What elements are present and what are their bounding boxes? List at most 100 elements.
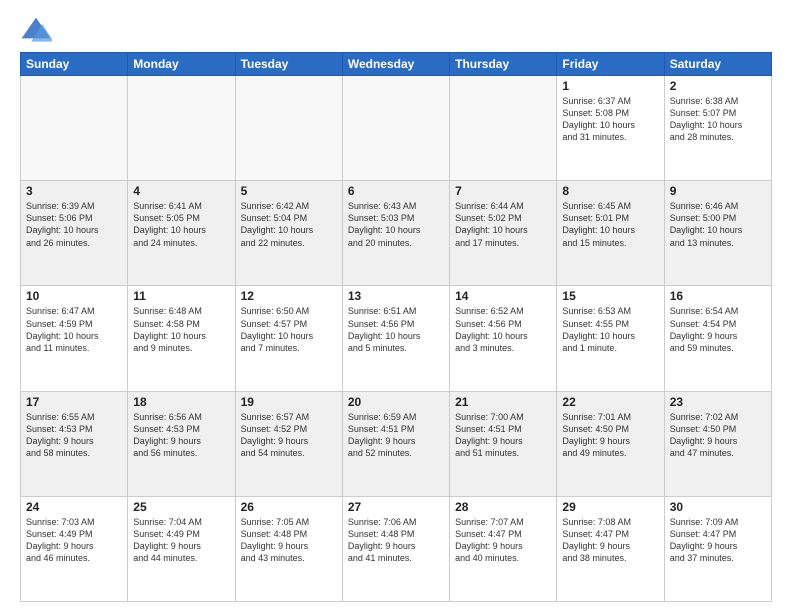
day-number: 14	[455, 289, 551, 303]
calendar-day-18: 18Sunrise: 6:56 AM Sunset: 4:53 PM Dayli…	[128, 391, 235, 496]
day-number: 17	[26, 395, 122, 409]
calendar-day-16: 16 Sunrise: 6:54 AM Sunset: 4:54 PM Dayli…	[664, 286, 771, 391]
day-number: 4	[133, 184, 229, 198]
day-info: Sunrise: 7:03 AM Sunset: 4:49 PM Dayligh…	[26, 516, 122, 565]
calendar-day-20: 20 Sunrise: 6:59 AM Sunset: 4:51 PM Dayli…	[342, 391, 449, 496]
day-info: Sunrise: 7:08 AM Sunset: 4:47 PM Dayligh…	[562, 516, 658, 565]
calendar-header-row: SundayMondayTuesdayWednesdayThursdayFrid…	[21, 53, 772, 76]
weekday-header-saturday: Saturday	[664, 53, 771, 76]
calendar-day-17: 17 Sunrise: 6:55 AM Sunset: 4:53 PM Dayli…	[21, 391, 128, 496]
day-number: 11	[133, 289, 229, 303]
day-number: 24	[26, 500, 122, 514]
day-info: Sunrise: 6:41 AM Sunset: 5:05 PM Dayligh…	[133, 200, 229, 249]
calendar-day-27: 27 Sunrise: 7:06 AM Sunset: 4:48 PM Dayli…	[342, 496, 449, 601]
day-number: 15	[562, 289, 658, 303]
day-number: 23	[670, 395, 766, 409]
calendar-week-row: 1 Sunrise: 6:37 AM Sunset: 5:08 PM Daylig…	[21, 76, 772, 181]
day-number: 22	[562, 395, 658, 409]
day-info: Sunrise: 7:06 AM Sunset: 4:48 PM Dayligh…	[348, 516, 444, 565]
day-info: Sunrise: 7:07 AM Sunset: 4:47 PM Dayligh…	[455, 516, 551, 565]
calendar-day-2: 2 Sunrise: 6:38 AM Sunset: 5:07 PM Daylig…	[664, 76, 771, 181]
calendar-day-26: 26 Sunrise: 7:05 AM Sunset: 4:48 PM Dayli…	[235, 496, 342, 601]
calendar-day-15: 15 Sunrise: 6:53 AM Sunset: 4:55 PM Dayli…	[557, 286, 664, 391]
day-number: 6	[348, 184, 444, 198]
calendar-day-23: 23Sunrise: 7:02 AM Sunset: 4:50 PM Dayli…	[664, 391, 771, 496]
page: SundayMondayTuesdayWednesdayThursdayFrid…	[0, 0, 792, 612]
calendar-day-21: 21 Sunrise: 7:00 AM Sunset: 4:51 PM Dayli…	[450, 391, 557, 496]
day-number: 9	[670, 184, 766, 198]
calendar-week-row: 3 Sunrise: 6:39 AM Sunset: 5:06 PM Daylig…	[21, 181, 772, 286]
day-info: Sunrise: 6:54 AM Sunset: 4:54 PM Dayligh…	[670, 305, 766, 354]
weekday-header-thursday: Thursday	[450, 53, 557, 76]
calendar-day-8: 8Sunrise: 6:45 AM Sunset: 5:01 PM Daylig…	[557, 181, 664, 286]
day-number: 2	[670, 79, 766, 93]
calendar-day-24: 24 Sunrise: 7:03 AM Sunset: 4:49 PM Dayli…	[21, 496, 128, 601]
day-number: 1	[562, 79, 658, 93]
day-number: 12	[241, 289, 337, 303]
day-number: 30	[670, 500, 766, 514]
calendar-day-3: 3 Sunrise: 6:39 AM Sunset: 5:06 PM Daylig…	[21, 181, 128, 286]
weekday-header-tuesday: Tuesday	[235, 53, 342, 76]
weekday-header-friday: Friday	[557, 53, 664, 76]
day-info: Sunrise: 6:59 AM Sunset: 4:51 PM Dayligh…	[348, 411, 444, 460]
day-info: Sunrise: 6:43 AM Sunset: 5:03 PM Dayligh…	[348, 200, 444, 249]
calendar-day-empty	[450, 76, 557, 181]
day-info: Sunrise: 6:55 AM Sunset: 4:53 PM Dayligh…	[26, 411, 122, 460]
calendar-day-30: 30 Sunrise: 7:09 AM Sunset: 4:47 PM Dayli…	[664, 496, 771, 601]
calendar-week-row: 17 Sunrise: 6:55 AM Sunset: 4:53 PM Dayli…	[21, 391, 772, 496]
day-number: 21	[455, 395, 551, 409]
calendar-day-empty	[21, 76, 128, 181]
day-number: 13	[348, 289, 444, 303]
day-info: Sunrise: 6:57 AM Sunset: 4:52 PM Dayligh…	[241, 411, 337, 460]
day-number: 10	[26, 289, 122, 303]
calendar-day-19: 19Sunrise: 6:57 AM Sunset: 4:52 PM Dayli…	[235, 391, 342, 496]
calendar-day-empty	[128, 76, 235, 181]
calendar-day-14: 14 Sunrise: 6:52 AM Sunset: 4:56 PM Dayli…	[450, 286, 557, 391]
weekday-header-sunday: Sunday	[21, 53, 128, 76]
day-info: Sunrise: 6:53 AM Sunset: 4:55 PM Dayligh…	[562, 305, 658, 354]
day-info: Sunrise: 6:42 AM Sunset: 5:04 PM Dayligh…	[241, 200, 337, 249]
day-number: 20	[348, 395, 444, 409]
day-info: Sunrise: 6:52 AM Sunset: 4:56 PM Dayligh…	[455, 305, 551, 354]
day-info: Sunrise: 6:51 AM Sunset: 4:56 PM Dayligh…	[348, 305, 444, 354]
day-info: Sunrise: 6:50 AM Sunset: 4:57 PM Dayligh…	[241, 305, 337, 354]
calendar-day-22: 22Sunrise: 7:01 AM Sunset: 4:50 PM Dayli…	[557, 391, 664, 496]
calendar-week-row: 24 Sunrise: 7:03 AM Sunset: 4:49 PM Dayli…	[21, 496, 772, 601]
day-info: Sunrise: 7:00 AM Sunset: 4:51 PM Dayligh…	[455, 411, 551, 460]
calendar-day-7: 7 Sunrise: 6:44 AM Sunset: 5:02 PM Daylig…	[450, 181, 557, 286]
day-number: 16	[670, 289, 766, 303]
day-info: Sunrise: 6:37 AM Sunset: 5:08 PM Dayligh…	[562, 95, 658, 144]
weekday-header-monday: Monday	[128, 53, 235, 76]
logo-icon	[20, 16, 52, 44]
calendar-day-6: 6 Sunrise: 6:43 AM Sunset: 5:03 PM Daylig…	[342, 181, 449, 286]
day-info: Sunrise: 6:39 AM Sunset: 5:06 PM Dayligh…	[26, 200, 122, 249]
calendar-day-12: 12 Sunrise: 6:50 AM Sunset: 4:57 PM Dayli…	[235, 286, 342, 391]
day-info: Sunrise: 7:04 AM Sunset: 4:49 PM Dayligh…	[133, 516, 229, 565]
calendar-day-28: 28 Sunrise: 7:07 AM Sunset: 4:47 PM Dayli…	[450, 496, 557, 601]
calendar-day-10: 10 Sunrise: 6:47 AM Sunset: 4:59 PM Dayli…	[21, 286, 128, 391]
day-info: Sunrise: 6:46 AM Sunset: 5:00 PM Dayligh…	[670, 200, 766, 249]
day-number: 8	[562, 184, 658, 198]
calendar-table: SundayMondayTuesdayWednesdayThursdayFrid…	[20, 52, 772, 602]
day-number: 28	[455, 500, 551, 514]
day-info: Sunrise: 7:09 AM Sunset: 4:47 PM Dayligh…	[670, 516, 766, 565]
day-info: Sunrise: 7:05 AM Sunset: 4:48 PM Dayligh…	[241, 516, 337, 565]
calendar-day-4: 4 Sunrise: 6:41 AM Sunset: 5:05 PM Daylig…	[128, 181, 235, 286]
day-info: Sunrise: 6:48 AM Sunset: 4:58 PM Dayligh…	[133, 305, 229, 354]
day-info: Sunrise: 6:38 AM Sunset: 5:07 PM Dayligh…	[670, 95, 766, 144]
day-number: 18	[133, 395, 229, 409]
calendar-day-empty	[235, 76, 342, 181]
day-number: 26	[241, 500, 337, 514]
day-number: 25	[133, 500, 229, 514]
calendar-day-13: 13 Sunrise: 6:51 AM Sunset: 4:56 PM Dayli…	[342, 286, 449, 391]
day-info: Sunrise: 6:44 AM Sunset: 5:02 PM Dayligh…	[455, 200, 551, 249]
day-info: Sunrise: 6:47 AM Sunset: 4:59 PM Dayligh…	[26, 305, 122, 354]
day-number: 5	[241, 184, 337, 198]
calendar-day-1: 1 Sunrise: 6:37 AM Sunset: 5:08 PM Daylig…	[557, 76, 664, 181]
day-number: 7	[455, 184, 551, 198]
day-number: 27	[348, 500, 444, 514]
day-number: 3	[26, 184, 122, 198]
logo	[20, 16, 56, 44]
calendar-day-9: 9 Sunrise: 6:46 AM Sunset: 5:00 PM Daylig…	[664, 181, 771, 286]
calendar-day-11: 11 Sunrise: 6:48 AM Sunset: 4:58 PM Dayli…	[128, 286, 235, 391]
